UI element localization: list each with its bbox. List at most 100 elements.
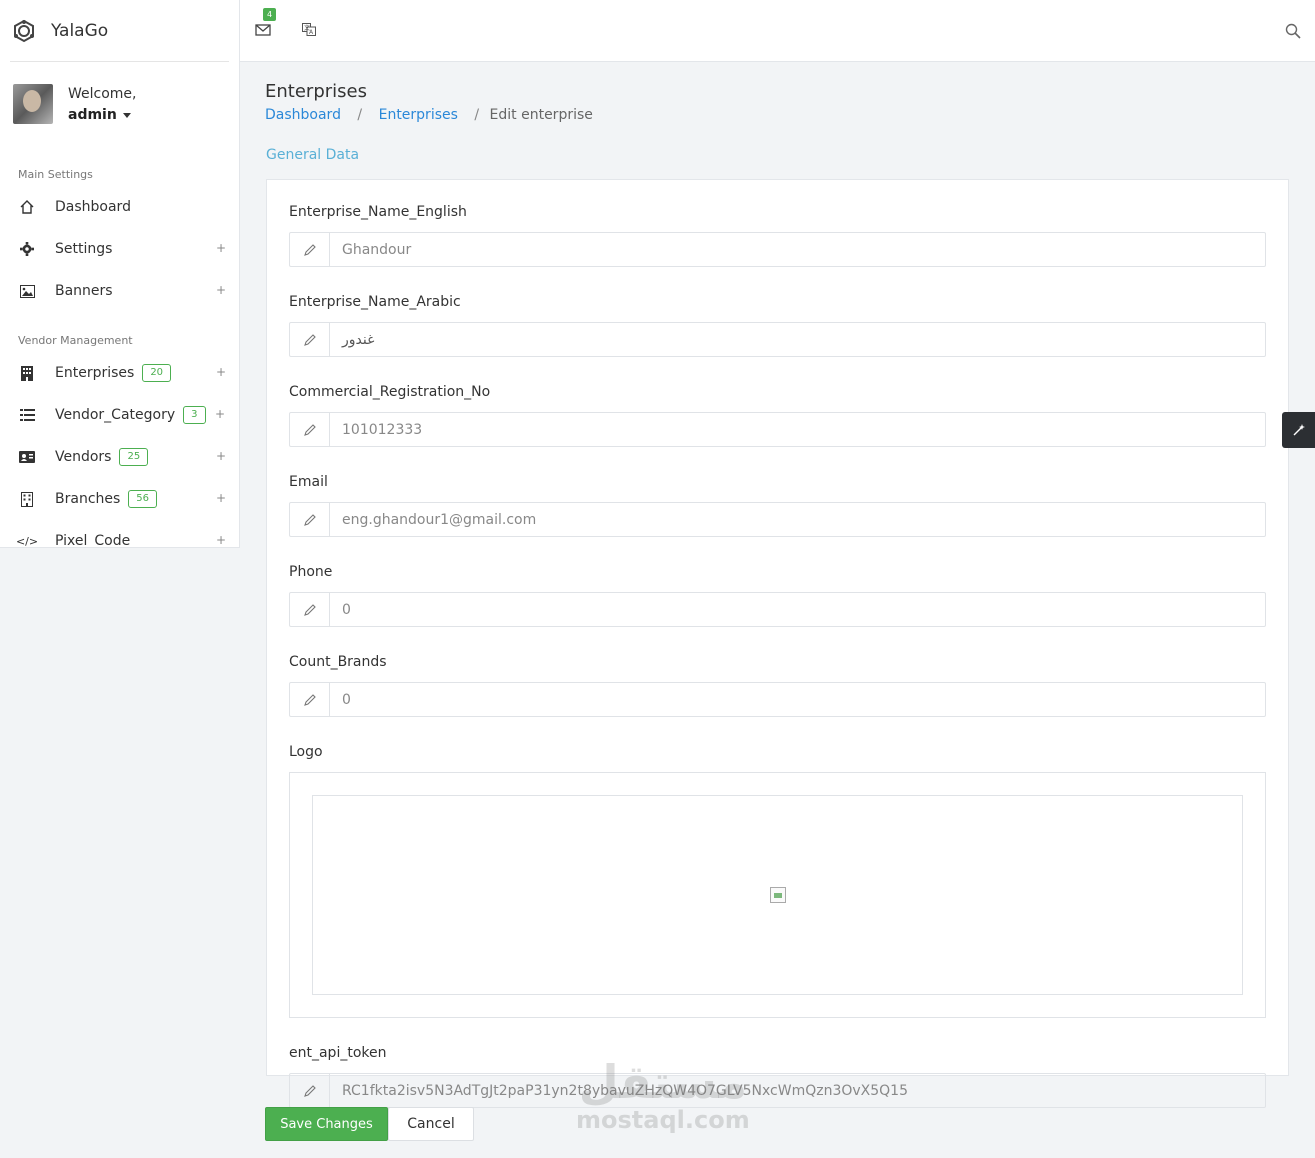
topbar: 4 文A <box>240 0 1315 62</box>
sidebar-item-enterprises[interactable]: Enterprises 20 + <box>0 352 239 394</box>
field-label: ent_api_token <box>289 1045 387 1061</box>
input-value[interactable]: RC1fkta2isv5N3AdTgJt2paP31yn2t8ybavuZHzQ… <box>330 1074 1265 1107</box>
save-button[interactable]: Save Changes <box>265 1107 388 1141</box>
breadcrumb-current: Edit enterprise <box>489 107 593 123</box>
expand-icon[interactable]: + <box>216 241 226 255</box>
commercial-registration-input[interactable]: 101012333 <box>289 412 1266 447</box>
input-value[interactable]: 0 <box>330 683 1265 716</box>
sidebar-item-label: Settings <box>55 241 113 257</box>
pencil-icon <box>290 233 330 266</box>
logo-upload[interactable] <box>289 772 1266 1018</box>
username: admin <box>68 107 117 123</box>
form-actions: Save Changes Cancel <box>265 1107 474 1141</box>
list-icon <box>18 406 36 424</box>
pencil-icon <box>290 593 330 626</box>
email-field[interactable]: eng.ghandour1@gmail.com <box>289 502 1266 537</box>
input-value[interactable]: 0 <box>330 593 1265 626</box>
field-logo: Logo <box>289 742 1266 1018</box>
sidebar-item-label: Branches <box>55 491 121 507</box>
sidebar-item-settings[interactable]: Settings + <box>0 228 239 270</box>
section-label: General Data <box>266 147 360 163</box>
field-label: Email <box>289 474 328 490</box>
expand-icon[interactable]: + <box>216 449 226 463</box>
field-label: Phone <box>289 564 333 580</box>
office-icon <box>18 490 36 508</box>
enterprise-name-arabic-input[interactable]: غندور <box>289 322 1266 357</box>
sidebar-item-pixel-code[interactable]: </> Pixel_Code + <box>0 520 239 548</box>
watermark: مستقل mostaql.com <box>576 1056 750 1132</box>
sidebar-item-label: Dashboard <box>55 199 131 215</box>
app-name: YalaGo <box>51 20 109 41</box>
count-badge: 20 <box>142 364 172 382</box>
brand[interactable]: YalaGo <box>10 0 229 62</box>
field-email: Email eng.ghandour1@gmail.com <box>289 472 1266 537</box>
watermark-latin: mostaql.com <box>576 1106 750 1134</box>
breadcrumb-separator: / <box>474 107 480 123</box>
mail-icon[interactable] <box>255 22 271 38</box>
field-label: Commercial_Registration_No <box>289 384 491 400</box>
caret-down-icon <box>122 112 131 118</box>
expand-icon[interactable]: + <box>216 533 226 547</box>
logo-icon <box>14 19 34 42</box>
cancel-button[interactable]: Cancel <box>388 1107 474 1141</box>
input-value[interactable]: eng.ghandour1@gmail.com <box>330 503 1265 536</box>
sidebar-item-banners[interactable]: Banners + <box>0 270 239 312</box>
input-value[interactable]: غندور <box>330 323 1265 356</box>
field-label: Enterprise_Name_English <box>289 204 467 220</box>
image-icon <box>18 282 36 300</box>
count-brands-input[interactable]: 0 <box>289 682 1266 717</box>
enterprise-name-english-input[interactable]: Ghandour <box>289 232 1266 267</box>
main-content: Enterprises Dashboard / Enterprises / Ed… <box>265 62 1289 1141</box>
input-value[interactable]: Ghandour <box>330 233 1265 266</box>
field-enterprise-name-arabic: Enterprise_Name_Arabic غندور <box>289 292 1266 357</box>
building-icon <box>18 364 36 382</box>
search-icon[interactable] <box>1285 23 1301 39</box>
sidebar-item-vendor-category[interactable]: Vendor_Category 3 + <box>0 394 239 436</box>
broken-image-icon <box>769 887 786 903</box>
sidebar: YalaGo Welcome, admin Main Settings Dash… <box>0 0 240 548</box>
sidebar-item-label: Enterprises <box>55 365 135 381</box>
magic-wand-icon <box>1293 424 1305 436</box>
field-enterprise-name-english: Enterprise_Name_English Ghandour <box>289 202 1266 267</box>
section-title-main: Main Settings <box>18 168 93 181</box>
field-label: Count_Brands <box>289 654 387 670</box>
count-badge: 3 <box>183 406 206 424</box>
phone-input[interactable]: 0 <box>289 592 1266 627</box>
sidebar-item-branches[interactable]: Branches 56 + <box>0 478 239 520</box>
expand-icon[interactable]: + <box>216 283 226 297</box>
breadcrumb-dashboard[interactable]: Dashboard <box>265 107 341 123</box>
pencil-icon <box>290 1074 330 1107</box>
expand-icon[interactable]: + <box>216 491 226 505</box>
customizer-toggle[interactable] <box>1282 412 1315 448</box>
field-count-brands: Count_Brands 0 <box>289 652 1266 717</box>
pencil-icon <box>290 413 330 446</box>
page-title: Enterprises <box>265 81 367 102</box>
sidebar-item-dashboard[interactable]: Dashboard <box>0 186 239 228</box>
translate-icon[interactable]: 文A <box>302 23 316 39</box>
logo-preview[interactable] <box>312 795 1243 995</box>
sidebar-item-label: Vendors <box>55 449 112 465</box>
watermark-arabic: مستقل <box>578 1055 747 1109</box>
api-token-input[interactable]: RC1fkta2isv5N3AdTgJt2paP31yn2t8ybavuZHzQ… <box>289 1073 1266 1108</box>
pencil-icon <box>290 323 330 356</box>
welcome-text: Welcome, <box>68 86 137 102</box>
field-api-token: ent_api_token RC1fkta2isv5N3AdTgJt2paP31… <box>289 1043 1266 1108</box>
field-label: Logo <box>289 744 323 760</box>
expand-icon[interactable]: + <box>215 407 225 421</box>
sidebar-item-label: Pixel_Code <box>55 533 131 548</box>
expand-icon[interactable]: + <box>216 365 226 379</box>
sidebar-item-vendors[interactable]: Vendors 25 + <box>0 436 239 478</box>
id-card-icon <box>18 448 36 466</box>
input-value[interactable]: 101012333 <box>330 413 1265 446</box>
count-badge: 25 <box>119 448 149 466</box>
breadcrumb-enterprises[interactable]: Enterprises <box>379 107 458 123</box>
pencil-icon <box>290 503 330 536</box>
pencil-icon <box>290 683 330 716</box>
user-menu[interactable]: admin <box>68 104 137 126</box>
field-commercial-registration: Commercial_Registration_No 101012333 <box>289 382 1266 447</box>
home-icon <box>18 198 36 216</box>
breadcrumb-separator: / <box>357 107 363 123</box>
sidebar-item-label: Vendor_Category <box>55 407 176 423</box>
sidebar-item-label: Banners <box>55 283 113 299</box>
gear-icon <box>18 240 36 258</box>
